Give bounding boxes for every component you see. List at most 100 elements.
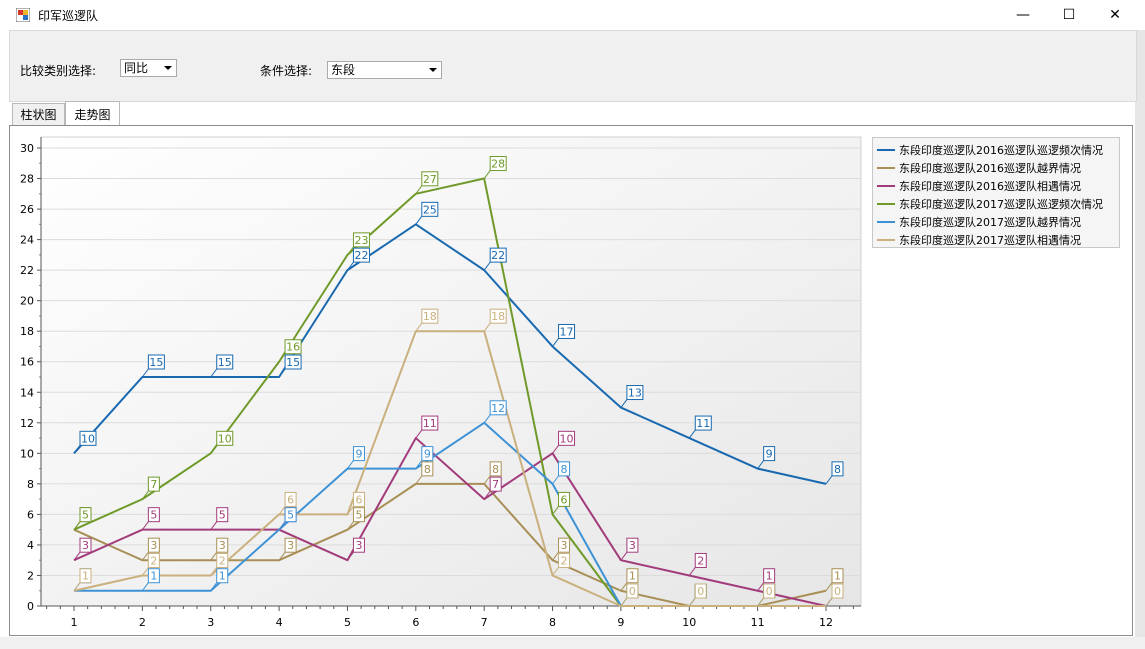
y-tick-label: 8 (27, 478, 34, 491)
plot-area (40, 136, 862, 607)
data-label-text: 0 (697, 585, 704, 598)
data-label-text: 2 (561, 554, 568, 567)
x-tick-label: 11 (751, 616, 765, 629)
data-label-text: 5 (355, 509, 362, 522)
x-tick-label: 4 (276, 616, 283, 629)
legend-item: 东段印度巡逻队2017巡逻队巡逻频次情况 (877, 195, 1103, 213)
data-label-text: 0 (766, 585, 773, 598)
data-label-text: 13 (628, 387, 642, 400)
data-label-text: 3 (287, 539, 294, 552)
data-label-text: 12 (491, 402, 505, 415)
data-label-text: 11 (423, 417, 437, 430)
data-label-text: 1 (766, 570, 773, 583)
y-tick-label: 6 (27, 508, 34, 521)
data-label-text: 0 (629, 585, 636, 598)
data-label-text: 0 (834, 585, 841, 598)
y-tick-label: 10 (20, 447, 34, 460)
data-label-text: 22 (491, 249, 505, 262)
legend-item: 东段印度巡逻队2017巡逻队越界情况 (877, 213, 1081, 231)
legend-label: 东段印度巡逻队2016巡逻队巡逻频次情况 (899, 144, 1103, 157)
legend-label: 东段印度巡逻队2017巡逻队越界情况 (899, 216, 1081, 229)
data-label-text: 6 (287, 493, 294, 506)
x-tick-label: 12 (819, 616, 833, 629)
data-label-text: 3 (219, 539, 226, 552)
data-label-text: 7 (150, 478, 157, 491)
x-tick-label: 3 (207, 616, 214, 629)
data-label-text: 18 (491, 310, 505, 323)
data-label-text: 9 (766, 448, 773, 461)
y-tick-label: 22 (20, 264, 34, 277)
data-label-text: 5 (82, 509, 89, 522)
data-label-text: 25 (423, 203, 437, 216)
y-tick-label: 24 (20, 234, 34, 247)
legend-swatch (877, 221, 895, 223)
y-tick-label: 20 (20, 295, 34, 308)
data-label-text: 2 (150, 554, 157, 567)
y-tick-label: 14 (20, 386, 34, 399)
y-tick-label: 4 (27, 539, 34, 552)
data-label-text: 8 (561, 463, 568, 476)
data-label-text: 10 (218, 432, 232, 445)
x-tick-label: 10 (682, 616, 696, 629)
chart-legend: 东段印度巡逻队2016巡逻队巡逻频次情况 东段印度巡逻队2016巡逻队越界情况 东段… (872, 137, 1120, 248)
data-label-text: 7 (492, 478, 499, 491)
data-label-text: 1 (629, 570, 636, 583)
x-tick-label: 7 (481, 616, 488, 629)
legend-item: 东段印度巡逻队2016巡逻队越界情况 (877, 159, 1081, 177)
data-label-text: 2 (219, 554, 226, 567)
y-tick-label: 2 (27, 569, 34, 582)
legend-label: 东段印度巡逻队2017巡逻队相遇情况 (899, 234, 1081, 247)
x-tick-label: 1 (71, 616, 78, 629)
data-label-text: 9 (424, 448, 431, 461)
data-label-text: 3 (561, 539, 568, 552)
data-label-text: 11 (696, 417, 710, 430)
legend-swatch (877, 149, 895, 151)
data-label-text: 5 (219, 509, 226, 522)
data-label-text: 10 (560, 432, 574, 445)
x-tick-label: 5 (344, 616, 351, 629)
legend-swatch (877, 185, 895, 187)
x-tick-label: 8 (549, 616, 556, 629)
data-label-text: 8 (834, 463, 841, 476)
x-tick-label: 2 (139, 616, 146, 629)
data-label-text: 6 (561, 493, 568, 506)
y-tick-label: 16 (20, 356, 34, 369)
data-label-text: 15 (218, 356, 232, 369)
data-label-text: 23 (354, 234, 368, 247)
y-tick-label: 0 (27, 600, 34, 613)
data-label-text: 3 (150, 539, 157, 552)
x-tick-label: 9 (617, 616, 624, 629)
data-label-text: 17 (560, 325, 574, 338)
data-label-text: 8 (492, 463, 499, 476)
data-label-text: 18 (423, 310, 437, 323)
legend-swatch (877, 167, 895, 169)
data-label-text: 9 (355, 448, 362, 461)
y-tick-label: 28 (20, 173, 34, 186)
data-label-text: 16 (286, 341, 300, 354)
y-tick-label: 18 (20, 325, 34, 338)
data-label-text: 1 (82, 570, 89, 583)
data-label-text: 8 (424, 463, 431, 476)
data-label-text: 1 (150, 570, 157, 583)
data-label-text: 22 (354, 249, 368, 262)
legend-swatch (877, 203, 895, 205)
data-label-text: 28 (491, 158, 505, 171)
data-label-text: 1 (834, 570, 841, 583)
line-chart: 0246810121416182022242628301 2 3 4 5 6 7 8 9 10 11… (20, 136, 862, 629)
data-label-text: 5 (287, 509, 294, 522)
legend-swatch (877, 239, 895, 241)
legend-label: 东段印度巡逻队2016巡逻队相遇情况 (899, 180, 1081, 193)
x-tick-label: 6 (412, 616, 419, 629)
data-label-text: 2 (697, 554, 704, 567)
data-label-text: 5 (150, 509, 157, 522)
legend-item: 东段印度巡逻队2016巡逻队巡逻频次情况 (877, 141, 1103, 159)
data-label-text: 15 (286, 356, 300, 369)
data-label-text: 3 (355, 539, 362, 552)
legend-item: 东段印度巡逻队2016巡逻队相遇情况 (877, 177, 1081, 195)
data-label-text: 10 (81, 432, 95, 445)
data-label-text: 6 (355, 493, 362, 506)
data-label-text: 15 (149, 356, 163, 369)
y-tick-label: 26 (20, 203, 34, 216)
legend-label: 东段印度巡逻队2016巡逻队越界情况 (899, 162, 1081, 175)
y-tick-label: 12 (20, 417, 34, 430)
